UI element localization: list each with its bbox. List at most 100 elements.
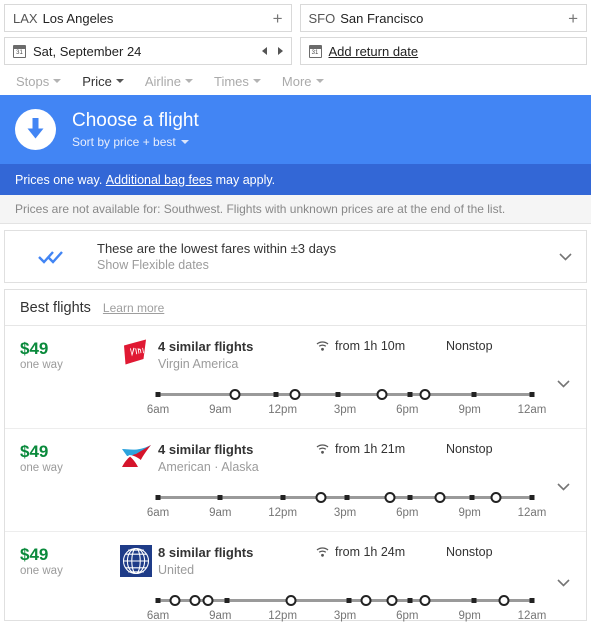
chevron-down-icon[interactable] bbox=[556, 482, 570, 491]
departure-marker[interactable] bbox=[498, 595, 510, 606]
add-origin-plus-icon[interactable]: + bbox=[273, 10, 283, 27]
departure-timeline-wrap: 6am 9am 12pm 3pm 6pm 9pm 12am bbox=[147, 595, 546, 625]
flight-carriers: Virgin America bbox=[158, 357, 239, 371]
destination-field[interactable]: SFO San Francisco + bbox=[299, 4, 587, 32]
return-date-field[interactable]: Add return date bbox=[299, 37, 587, 65]
prices-prefix: Prices one way. bbox=[15, 172, 103, 187]
flight-row[interactable]: $49 one way 4 similar flights from 1h 21… bbox=[5, 429, 586, 532]
add-destination-plus-icon[interactable]: + bbox=[568, 10, 578, 27]
depart-date-value: Sat, September 24 bbox=[33, 43, 142, 59]
departure-tick bbox=[335, 392, 341, 397]
departure-marker[interactable] bbox=[202, 595, 214, 606]
timeline-time-label: 9am bbox=[209, 507, 232, 519]
departure-tick bbox=[407, 598, 413, 603]
add-return-date-link[interactable]: Add return date bbox=[329, 44, 419, 59]
best-flights-card: Best flights Learn more $49 one way 4 si… bbox=[4, 289, 587, 622]
departure-marker[interactable] bbox=[189, 595, 201, 606]
flight-details: 4 similar flights from 1h 21m Nonstop Am… bbox=[147, 442, 547, 531]
depart-date-field[interactable]: Sat, September 24 bbox=[4, 37, 292, 65]
sort-dropdown[interactable]: Sort by price + best bbox=[72, 134, 199, 150]
departure-marker[interactable] bbox=[360, 595, 372, 606]
flight-price: $49 bbox=[20, 545, 49, 564]
prices-suffix: may apply. bbox=[215, 172, 276, 187]
filter-more[interactable]: More bbox=[282, 74, 324, 89]
timeline-time-label: 9pm bbox=[458, 610, 481, 622]
departure-tick bbox=[273, 392, 279, 397]
departure-marker[interactable] bbox=[315, 492, 327, 503]
filter-price[interactable]: Price bbox=[82, 74, 124, 89]
origin-code: LAX bbox=[13, 10, 38, 26]
chevron-down-icon bbox=[252, 79, 261, 83]
wifi-icon bbox=[316, 547, 329, 557]
timeline-time-label: 12pm bbox=[268, 404, 298, 416]
origin-field[interactable]: LAX Los Angeles + bbox=[4, 4, 292, 32]
filter-airline[interactable]: Airline bbox=[145, 74, 193, 89]
departure-timeline[interactable] bbox=[155, 492, 535, 503]
flight-price: $49 bbox=[20, 442, 49, 461]
departure-marker[interactable] bbox=[386, 595, 398, 606]
filter-price-label: Price bbox=[82, 73, 112, 89]
flight-carriers: American · Alaska bbox=[158, 460, 259, 474]
wifi-icon bbox=[316, 444, 329, 454]
timeline-time-label: 6am bbox=[146, 610, 170, 622]
departure-tick bbox=[471, 392, 477, 397]
departure-marker[interactable] bbox=[384, 492, 396, 503]
flight-price: $49 bbox=[20, 339, 49, 358]
chevron-down-icon[interactable] bbox=[556, 379, 570, 388]
filter-stops-label: Stops bbox=[16, 73, 50, 89]
lowest-fares-title: These are the lowest fares within ±3 day… bbox=[97, 240, 337, 256]
flight-stops: Nonstop bbox=[446, 545, 493, 559]
departure-marker[interactable] bbox=[490, 492, 502, 503]
timeline-time-label: 12am bbox=[517, 610, 547, 622]
flight-price-note: one way bbox=[20, 359, 63, 371]
departure-tick bbox=[155, 392, 161, 397]
timeline-time-label: 6am bbox=[146, 404, 170, 416]
departure-tick bbox=[529, 392, 535, 397]
departure-marker[interactable] bbox=[229, 389, 241, 400]
filter-stops[interactable]: Stops bbox=[16, 73, 62, 89]
departure-marker[interactable] bbox=[376, 389, 388, 400]
learn-more-link[interactable]: Learn more bbox=[103, 301, 164, 315]
departure-marker[interactable] bbox=[434, 492, 446, 503]
departure-timeline[interactable] bbox=[155, 595, 535, 606]
show-flexible-dates-link[interactable]: Show Flexible dates bbox=[97, 257, 559, 274]
prices-one-way-bar: Prices one way. Additional bag fees may … bbox=[0, 164, 591, 195]
chevron-down-icon bbox=[115, 79, 124, 83]
timeline-time-label: 9pm bbox=[458, 404, 481, 416]
flight-row[interactable]: $49 one way 4 similar flights from 1h 10… bbox=[5, 326, 586, 429]
similar-flights-count: 8 similar flights bbox=[158, 545, 254, 560]
departure-marker[interactable] bbox=[419, 595, 431, 606]
departure-marker[interactable] bbox=[419, 389, 431, 400]
flight-price-column: $49 one way bbox=[5, 339, 113, 428]
departure-marker[interactable] bbox=[169, 595, 181, 606]
additional-bag-fees-link[interactable]: Additional bag fees bbox=[106, 173, 212, 187]
best-flights-title: Best flights bbox=[20, 299, 91, 316]
similar-flights-count: 4 similar flights bbox=[158, 339, 254, 354]
filter-times[interactable]: Times bbox=[214, 74, 261, 89]
departure-timeline[interactable] bbox=[155, 389, 535, 400]
departure-marker[interactable] bbox=[285, 595, 297, 606]
chevron-down-icon[interactable] bbox=[556, 578, 570, 587]
departure-marker[interactable] bbox=[289, 389, 300, 400]
departure-tick bbox=[471, 598, 477, 603]
chevron-down-icon bbox=[180, 139, 189, 144]
departure-tick bbox=[529, 495, 535, 500]
flight-stops: Nonstop bbox=[446, 339, 493, 353]
flexible-dates-card[interactable]: These are the lowest fares within ±3 day… bbox=[4, 230, 587, 283]
timeline-time-label: 3pm bbox=[333, 610, 357, 622]
sort-label: Sort by price + best bbox=[72, 134, 176, 149]
chevron-down-icon bbox=[53, 79, 62, 83]
flight-price-column: $49 one way bbox=[5, 442, 113, 531]
chevron-down-icon[interactable] bbox=[559, 252, 572, 261]
timeline-time-label: 12am bbox=[517, 507, 547, 519]
banner-texts: Choose a flight Sort by price + best bbox=[72, 110, 199, 150]
filter-bar: Stops Price Airline Times More bbox=[0, 65, 591, 95]
flexible-dates-texts: These are the lowest fares within ±3 day… bbox=[97, 240, 559, 274]
previous-day-icon[interactable] bbox=[261, 47, 267, 55]
timeline-time-label: 9am bbox=[209, 404, 232, 416]
timeline-time-label: 9pm bbox=[458, 507, 481, 519]
united-airlines-logo bbox=[113, 545, 158, 620]
flight-row[interactable]: $49 one way 8 similar flights from 1h 24… bbox=[5, 532, 586, 622]
date-nav bbox=[261, 47, 283, 55]
next-day-icon[interactable] bbox=[277, 47, 283, 55]
